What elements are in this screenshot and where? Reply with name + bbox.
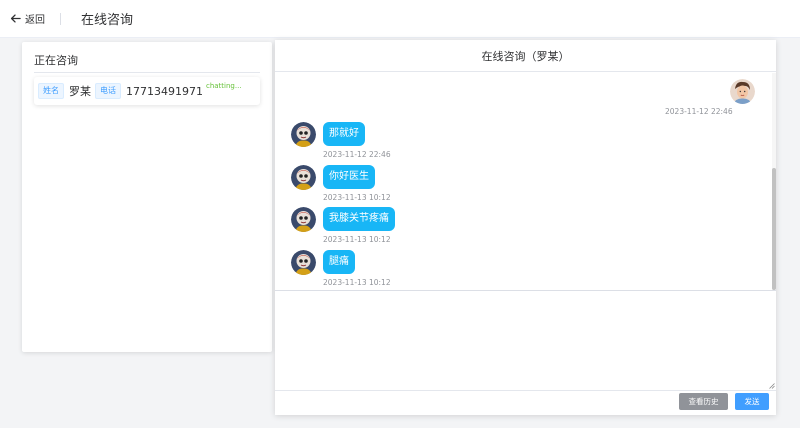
patient-phone: 17713491971 [126,84,203,98]
message-bubble: 腿痛 [323,250,355,274]
footer-divider [275,390,776,391]
consulting-list-panel: 正在咨询 姓名 罗某 电话 17713491971 chatting... [22,42,272,352]
phone-tag: 电话 [95,83,121,99]
message-bubble: 那就好 [323,122,365,146]
message-time: 2023-11-13 10:12 [323,193,391,202]
chat-title: 在线咨询（罗某） [481,49,570,63]
patient-avatar [291,122,316,147]
arrow-left-icon [10,14,21,23]
message-time: 2023-11-12 22:46 [323,150,391,159]
message-bubble: 我膝关节疼痛 [323,207,395,231]
chat-status: chatting... [205,82,242,90]
patient-name: 罗某 [69,85,91,98]
patient-list-item[interactable]: 姓名 罗某 电话 17713491971 chatting... [34,77,260,105]
chat-header: 在线咨询（罗某） [275,40,776,72]
panel-title: 正在咨询 [34,54,78,67]
scrollbar-thumb[interactable] [772,168,776,290]
message-time: 2023-11-13 10:12 [323,278,391,287]
header-divider [60,12,61,25]
patient-avatar [291,165,316,190]
doctor-avatar [730,79,755,104]
message-time: 2023-11-12 22:46 [665,107,733,116]
back-button[interactable]: 返回 [10,11,45,26]
patient-avatar [291,250,316,275]
send-button[interactable]: 发送 [735,393,769,410]
patient-avatar [291,207,316,232]
top-bar: 返回 在线咨询 [0,0,800,38]
page-title: 在线咨询 [81,13,134,28]
name-tag: 姓名 [38,83,64,99]
chat-panel: 在线咨询（罗某） 没事 2023-11-12 22:46 [275,40,776,415]
message-time: 2023-11-13 10:12 [323,235,391,244]
message-list[interactable]: 没事 2023-11-12 22:46 [275,73,776,290]
panel-divider [34,72,260,73]
resize-handle-icon[interactable] [768,382,775,389]
message-input[interactable] [275,291,776,390]
view-history-button[interactable]: 查看历史 [679,393,728,410]
message-bubble: 你好医生 [323,165,375,189]
back-label: 返回 [25,15,45,26]
